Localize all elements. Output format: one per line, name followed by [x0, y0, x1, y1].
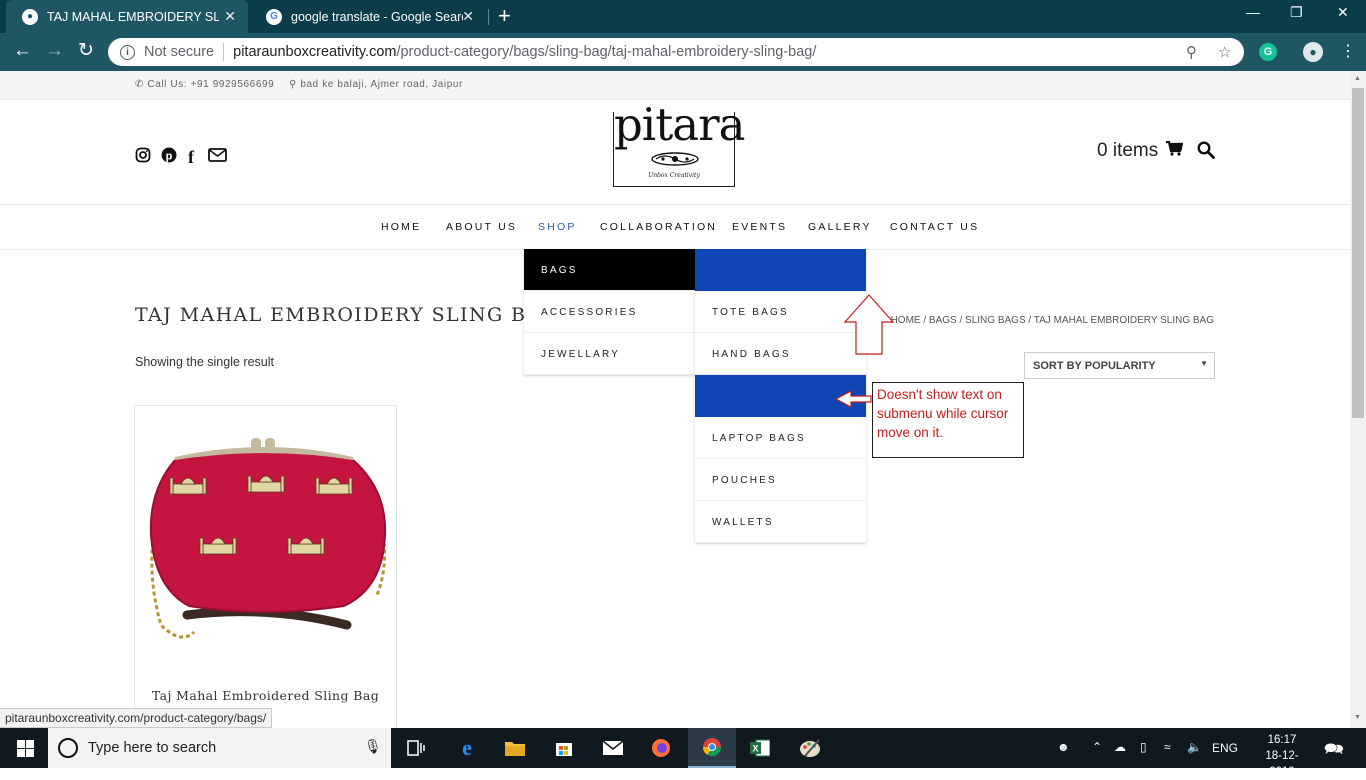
address-bar[interactable]: i Not secure pitaraunboxcreativity.com /…: [108, 38, 1244, 66]
chrome-icon[interactable]: [688, 728, 736, 768]
page-scrollbar[interactable]: ▲ ▼: [1350, 71, 1366, 728]
edge-icon[interactable]: e: [443, 728, 491, 768]
restore-icon[interactable]: ❐: [1290, 4, 1303, 21]
minimize-icon[interactable]: —: [1246, 4, 1260, 20]
task-view-icon[interactable]: [392, 728, 440, 768]
divider: [223, 43, 225, 61]
store-icon[interactable]: [540, 728, 588, 768]
window-close-icon[interactable]: ✕: [1337, 4, 1349, 21]
scrollbar-thumb[interactable]: [1352, 88, 1364, 418]
zoom-icon[interactable]: ⚲: [1186, 43, 1197, 61]
svg-text:X: X: [752, 744, 758, 754]
bookmark-star-icon[interactable]: ☆: [1218, 43, 1231, 61]
tab-title: google translate - Google Search: [291, 9, 463, 24]
system-clock[interactable]: 16:17 18-12-2019: [1256, 732, 1308, 780]
mail-icon[interactable]: [589, 728, 637, 768]
tab-separator: [488, 9, 489, 25]
onedrive-icon[interactable]: ☁: [1114, 740, 1126, 754]
search-placeholder: Type here to search: [88, 740, 217, 756]
close-tab-icon[interactable]: ✕: [224, 8, 236, 25]
wifi-icon[interactable]: ≈: [1164, 740, 1171, 754]
battery-icon[interactable]: ▯: [1140, 740, 1147, 754]
grammarly-icon[interactable]: G: [1259, 43, 1277, 61]
annotation-arrows: [834, 294, 895, 408]
taskbar-search[interactable]: Type here to search 🎙: [48, 728, 391, 768]
scroll-down-icon[interactable]: ▼: [1354, 714, 1361, 721]
notifications-icon[interactable]: 🗪: [1324, 738, 1344, 765]
browser-tab-strip: ● TAJ MAHAL EMBROIDERY SLING ✕ G google …: [0, 0, 1366, 33]
security-label: Not secure: [144, 44, 215, 60]
info-icon[interactable]: i: [120, 44, 135, 60]
page-viewport: ✆ Call Us: +91 9929566699 ⚲ bad ke balaj…: [0, 71, 1350, 728]
paint-icon[interactable]: [786, 728, 834, 768]
language-indicator[interactable]: ENG: [1212, 741, 1238, 755]
microphone-icon[interactable]: 🎙: [364, 738, 382, 755]
file-explorer-icon[interactable]: [491, 728, 539, 768]
tab-google-translate[interactable]: G google translate - Google Search ✕: [250, 0, 486, 33]
excel-icon[interactable]: X: [736, 728, 784, 768]
browser-toolbar: ← → ↻ i Not secure pitaraunboxcreativity…: [0, 33, 1366, 71]
account-icon[interactable]: ●: [1303, 42, 1323, 62]
forward-icon[interactable]: →: [45, 41, 64, 61]
menu-icon[interactable]: ⋮: [1340, 41, 1356, 61]
cortana-icon: [58, 738, 78, 758]
tab-taj-mahal[interactable]: ● TAJ MAHAL EMBROIDERY SLING ✕: [6, 0, 248, 33]
google-icon: G: [266, 8, 282, 25]
globe-icon: ●: [22, 8, 38, 25]
windows-taskbar: Type here to search 🎙 e X ☻ ⌃ ☁ ▯ ≈ 🔈 EN…: [0, 728, 1366, 778]
annotation-note: Doesn't show text on submenu while curso…: [872, 382, 1024, 458]
people-icon[interactable]: ☻: [1057, 740, 1070, 754]
url-path: /product-category/bags/sling-bag/taj-mah…: [396, 44, 817, 60]
close-tab-icon[interactable]: ✕: [462, 8, 474, 25]
volume-icon[interactable]: 🔈: [1187, 740, 1202, 754]
tab-title: TAJ MAHAL EMBROIDERY SLING: [47, 9, 219, 24]
url-host: pitaraunboxcreativity.com: [233, 44, 397, 60]
clock-time: 16:17: [1267, 734, 1297, 746]
new-tab-icon[interactable]: +: [498, 5, 511, 27]
show-hidden-icons-icon[interactable]: ⌃: [1092, 740, 1102, 754]
firefox-icon[interactable]: [637, 728, 685, 768]
back-icon[interactable]: ←: [13, 41, 32, 61]
scroll-up-icon[interactable]: ▲: [1354, 75, 1361, 82]
status-bar-url: pitaraunboxcreativity.com/product-catego…: [0, 708, 273, 728]
reload-icon[interactable]: ↻: [78, 41, 94, 61]
windows-start-icon[interactable]: [10, 728, 40, 768]
clock-date: 18-12-2019: [1265, 750, 1299, 778]
